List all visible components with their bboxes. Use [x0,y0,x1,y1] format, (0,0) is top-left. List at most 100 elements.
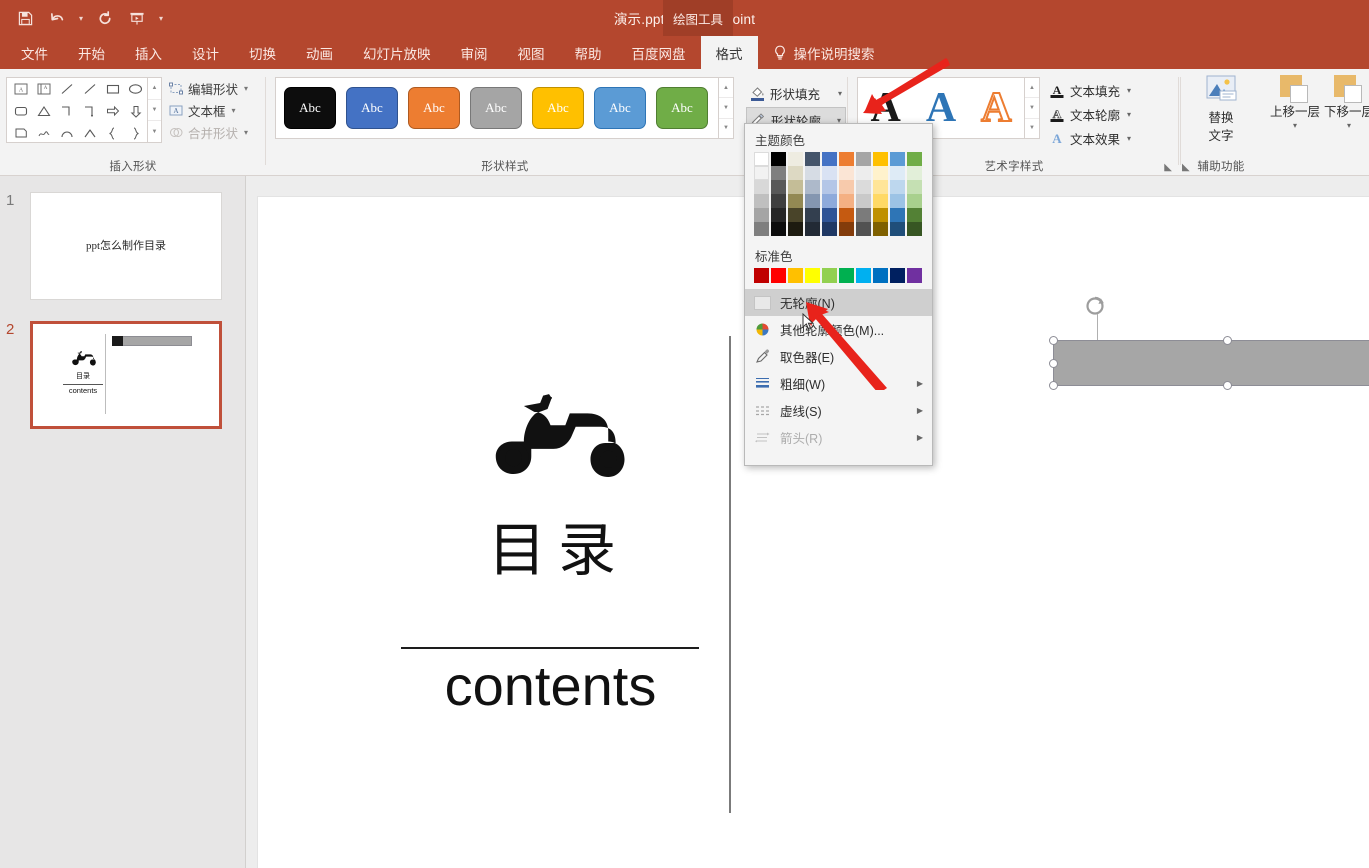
alt-text-button[interactable]: 替换 文字 [1188,75,1254,143]
theme-color-swatch[interactable] [805,222,820,236]
menu-item-eyedropper[interactable]: 取色器(E) [745,343,932,370]
shape-textbox-icon[interactable]: A [9,79,32,100]
resize-handle-tl[interactable] [1049,336,1058,345]
wordart-scroll-down-button[interactable]: ▼ [1025,98,1039,119]
shapes-scroll-down-button[interactable]: ▼ [148,100,161,122]
shapes-scroll-up-button[interactable]: ▲ [148,78,161,100]
styles-scroll-up-button[interactable]: ▲ [719,78,733,99]
selected-rectangle-shape[interactable] [1049,336,1369,390]
theme-color-swatch[interactable] [890,222,905,236]
tab-insert[interactable]: 插入 [120,36,177,69]
edit-shape-button[interactable]: 编辑形状 ▾ [168,77,262,99]
wordart-gallery-scrollbar[interactable]: ▲ ▼ ▼ [1025,77,1040,139]
shape-triangle-icon[interactable] [32,101,55,122]
theme-color-swatch[interactable] [873,152,888,166]
theme-color-swatch[interactable] [822,152,837,166]
standard-color-swatch[interactable] [873,268,888,283]
shape-style-swatch[interactable]: Abc [656,87,708,129]
theme-color-swatch[interactable] [856,208,871,222]
standard-color-swatch[interactable] [856,268,871,283]
shape-styles-scrollbar[interactable]: ▲ ▼ ▼ [719,77,734,139]
shape-style-swatch[interactable]: Abc [284,87,336,129]
shape-recent-icon[interactable]: A [32,79,55,100]
resize-handle-ml[interactable] [1049,359,1058,368]
redo-icon[interactable] [90,4,120,32]
tab-animations[interactable]: 动画 [291,36,348,69]
shape-arrow-line-icon[interactable] [78,79,101,100]
chevron-down-icon[interactable]: ▾ [1293,121,1297,130]
tab-design[interactable]: 设计 [177,36,234,69]
theme-color-swatch[interactable] [907,166,922,180]
theme-color-swatch[interactable] [890,194,905,208]
shape-oval-icon[interactable] [124,79,147,100]
theme-color-swatch[interactable] [788,222,803,236]
text-fill-button[interactable]: A 文本填充 ▾ [1049,78,1169,102]
theme-color-swatch[interactable] [788,152,803,166]
styles-more-button[interactable]: ▼ [719,119,733,138]
shape-folded-corner-icon[interactable] [9,123,32,144]
theme-color-swatch[interactable] [771,208,786,222]
menu-item-no-outline[interactable]: 无轮廓(N) [745,289,932,316]
tab-view[interactable]: 视图 [503,36,560,69]
theme-color-swatch[interactable] [805,194,820,208]
send-backward-button[interactable]: 下移一层 ▾ [1323,75,1369,131]
standard-color-swatch[interactable] [754,268,769,283]
shape-freeform-icon[interactable] [32,123,55,144]
theme-color-swatch[interactable] [873,208,888,222]
tell-me-search[interactable]: 操作说明搜索 [758,36,875,69]
shape-rounded-rect-icon[interactable] [9,101,32,122]
tab-help[interactable]: 帮助 [560,36,617,69]
theme-color-swatch[interactable] [839,166,854,180]
standard-color-swatch[interactable] [771,268,786,283]
shape-right-arrow-icon[interactable] [101,101,124,122]
theme-color-swatch[interactable] [822,166,837,180]
theme-color-swatch[interactable] [754,208,769,222]
wordart-scroll-up-button[interactable]: ▲ [1025,78,1039,99]
theme-color-swatch[interactable] [754,152,769,166]
resize-handle-tc[interactable] [1223,336,1232,345]
theme-color-swatch[interactable] [822,180,837,194]
tab-transitions[interactable]: 切换 [234,36,291,69]
shape-right-brace-icon[interactable] [124,123,147,144]
theme-color-swatch[interactable] [856,166,871,180]
wordart-more-button[interactable]: ▼ [1025,119,1039,138]
styles-scroll-down-button[interactable]: ▼ [719,98,733,119]
theme-color-swatch[interactable] [873,194,888,208]
tab-baidu-netdisk[interactable]: 百度网盘 [617,36,701,69]
theme-color-swatch[interactable] [839,180,854,194]
theme-color-swatch[interactable] [873,180,888,194]
menu-item-dashes[interactable]: 虚线(S) ▶ [745,397,932,424]
slide-thumbnail-1[interactable]: ppt怎么制作目录 [30,192,222,300]
shape-style-swatch[interactable]: Abc [594,87,646,129]
shapes-gallery[interactable]: A A [6,77,148,143]
accessibility-dialog-launcher-icon[interactable]: ◣ [1182,162,1190,173]
slide-thumbnail-2[interactable]: 目录 contents [30,321,222,429]
undo-dropdown-caret[interactable]: ▾ [74,4,88,32]
standard-color-swatch[interactable] [890,268,905,283]
theme-color-swatch[interactable] [839,208,854,222]
text-outline-button[interactable]: A 文本轮廓 ▾ [1049,102,1169,126]
chevron-down-icon[interactable]: ▾ [838,89,846,98]
tab-home[interactable]: 开始 [63,36,120,69]
theme-color-swatch[interactable] [805,208,820,222]
shape-line-icon[interactable] [55,79,78,100]
shape-style-swatch[interactable]: Abc [532,87,584,129]
theme-color-swatch[interactable] [788,208,803,222]
theme-color-swatch[interactable] [805,166,820,180]
standard-colors-grid[interactable] [745,268,932,283]
theme-color-swatch[interactable] [771,194,786,208]
standard-color-swatch[interactable] [788,268,803,283]
theme-color-swatch[interactable] [754,222,769,236]
shapes-gallery-scrollbar[interactable]: ▲ ▼ ▼ [148,77,162,143]
undo-icon[interactable] [42,4,72,32]
chevron-down-icon[interactable]: ▾ [1127,134,1131,143]
theme-color-swatch[interactable] [907,194,922,208]
chevron-down-icon[interactable]: ▾ [1347,121,1351,130]
start-slideshow-icon[interactable] [122,4,152,32]
text-effects-button[interactable]: A 文本效果 ▾ [1049,126,1169,150]
theme-color-swatch[interactable] [856,222,871,236]
theme-color-swatch[interactable] [890,166,905,180]
resize-handle-bl[interactable] [1049,381,1058,390]
theme-color-swatch[interactable] [907,180,922,194]
chevron-down-icon[interactable]: ▾ [1127,86,1131,95]
